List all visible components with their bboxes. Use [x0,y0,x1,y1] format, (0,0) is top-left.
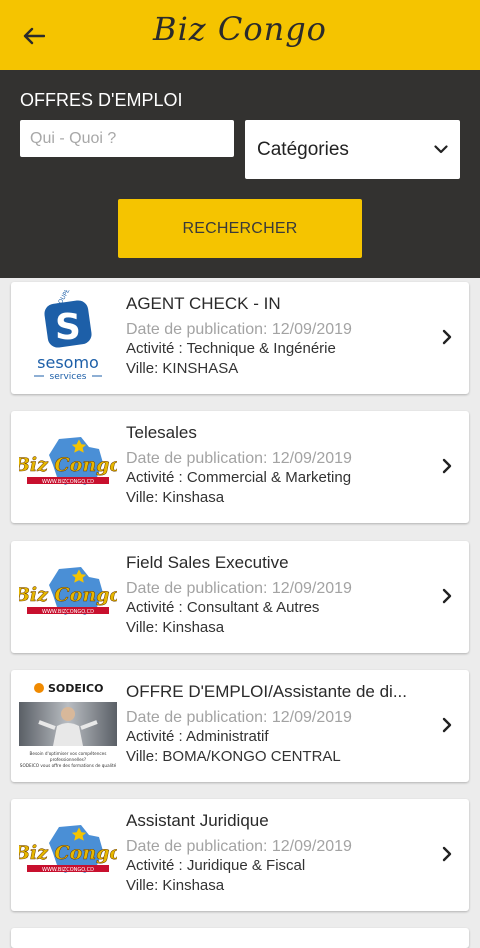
svg-text:Biz Congo: Biz Congo [19,454,117,476]
job-city: Ville: BOMA/KONGO CENTRAL [126,748,341,765]
job-city: Ville: Kinshasa [126,619,225,636]
chevron-right-icon [439,843,455,865]
chevron-right-icon [439,585,455,607]
job-card[interactable]: Biz Congo WWW.BIZCONGO.CD Assistant Juri… [11,799,469,911]
job-card[interactable]: Biz Congo WWW.BIZCONGO.CD Telesales Date… [11,411,469,523]
job-card-partial[interactable] [11,928,469,948]
svg-text:professionnelles?: professionnelles? [50,757,86,762]
job-card[interactable]: S GROUPE sesomo services AGENT CHECK - I… [11,282,469,394]
search-input[interactable] [20,120,234,157]
svg-text:WWW.BIZCONGO.CD: WWW.BIZCONGO.CD [42,609,94,615]
app-brand-logo: Biz Congo [153,10,327,48]
svg-text:S: S [55,307,81,348]
chevron-down-icon [434,145,448,154]
job-activity: Activité : Consultant & Autres [126,599,320,616]
category-select[interactable]: Catégories [245,120,460,179]
svg-text:SODEICO: SODEICO [48,682,103,695]
bizcongo-logo: Biz Congo WWW.BIZCONGO.CD [19,549,117,645]
job-date: Date de publication: 12/09/2019 [126,838,352,855]
search-panel: OFFRES D'EMPLOI Catégories RECHERCHER [0,70,480,278]
job-activity: Activité : Juridique & Fiscal [126,857,306,874]
job-date: Date de publication: 12/09/2019 [126,321,352,338]
svg-text:WWW.BIZCONGO.CD: WWW.BIZCONGO.CD [42,479,94,485]
job-title: Telesales [126,423,197,442]
search-button[interactable]: RECHERCHER [118,199,362,258]
svg-text:Biz Congo: Biz Congo [19,584,117,606]
job-activity: Activité : Administratif [126,728,269,745]
sesomo-logo: S GROUPE sesomo services [19,290,117,386]
chevron-right-icon [439,714,455,736]
svg-text:Besoin d'optimiser vos compéte: Besoin d'optimiser vos compétences [30,751,107,756]
app-bar: Biz Congo [0,0,480,70]
bizcongo-logo: Biz Congo WWW.BIZCONGO.CD [19,807,117,903]
svg-text:sesomo: sesomo [37,353,99,372]
chevron-right-icon [439,455,455,477]
job-activity: Activité : Technique & Ingénérie [126,340,336,357]
job-title: Assistant Juridique [126,811,269,830]
svg-text:SODEICO vous offre des formati: SODEICO vous offre des formations de qua… [20,763,117,768]
job-city: Ville: KINSHASA [126,360,239,377]
category-select-label: Catégories [257,138,349,160]
job-city: Ville: Kinshasa [126,877,225,894]
job-activity: Activité : Commercial & Marketing [126,469,352,486]
svg-text:services: services [50,372,87,382]
svg-text:WWW.BIZCONGO.CD: WWW.BIZCONGO.CD [42,867,94,873]
job-date: Date de publication: 12/09/2019 [126,580,352,597]
job-card[interactable]: Biz Congo WWW.BIZCONGO.CD Field Sales Ex… [11,541,469,653]
job-title: OFFRE D'EMPLOI/Assistante de di... [126,682,407,701]
job-title: AGENT CHECK - IN [126,294,281,313]
job-date: Date de publication: 12/09/2019 [126,450,352,467]
bizcongo-logo: Biz Congo WWW.BIZCONGO.CD [19,419,117,515]
svg-text:Biz Congo: Biz Congo [19,842,117,864]
job-date: Date de publication: 12/09/2019 [126,709,352,726]
search-title: OFFRES D'EMPLOI [20,90,183,110]
sodeico-logo: SODEICO Besoin d'optimiser vos compétenc… [19,678,117,774]
chevron-right-icon [439,326,455,348]
job-title: Field Sales Executive [126,553,289,572]
job-card[interactable]: SODEICO Besoin d'optimiser vos compétenc… [11,670,469,782]
job-city: Ville: Kinshasa [126,489,225,506]
